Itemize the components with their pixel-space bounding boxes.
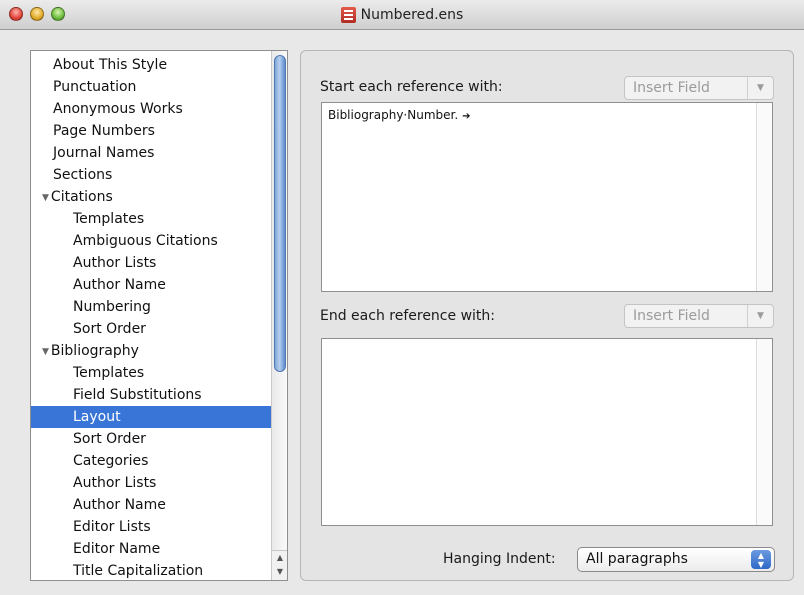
sidebar-item-page-numbers[interactable]: Page Numbers <box>31 120 271 142</box>
start-reference-text: Bibliography·Number. <box>328 108 459 122</box>
sidebar-item-label: Field Substitutions <box>73 387 202 403</box>
sidebar-item-label: Bibliography <box>50 343 139 359</box>
scroll-down-icon[interactable]: ▼ <box>272 565 287 579</box>
sidebar-item-label: Numbering <box>73 299 151 315</box>
sidebar-item-ambiguous-citations[interactable]: Ambiguous Citations <box>31 230 271 252</box>
sidebar-item-author-lists[interactable]: Author Lists <box>31 472 271 494</box>
sidebar-item-label: Page Numbers <box>53 123 155 139</box>
sidebar-item-label: Author Lists <box>73 475 157 491</box>
sidebar-item-label: About This Style <box>53 57 168 73</box>
updown-stepper-icon: ▲ ▼ <box>751 550 771 569</box>
sidebar-item-label: Punctuation <box>53 79 137 95</box>
sidebar-item-label: Templates <box>73 365 145 381</box>
end-reference-textarea[interactable] <box>321 338 773 526</box>
disclosure-triangle-icon[interactable]: ▼ <box>42 347 49 357</box>
end-textarea-scrollbar[interactable] <box>756 339 772 525</box>
sidebar-item-punctuation[interactable]: Punctuation <box>31 76 271 98</box>
sidebar-item-label: Author Lists <box>73 255 157 271</box>
sidebar-item-bibliography[interactable]: ▼ Bibliography <box>31 340 271 362</box>
sidebar-item-layout[interactable]: Layout <box>31 406 271 428</box>
sidebar-item-sort-order[interactable]: Sort Order <box>31 428 271 450</box>
sidebar-item-templates[interactable]: Templates <box>31 208 271 230</box>
title-area: Numbered.ens <box>0 0 804 30</box>
sidebar-item-label: Categories <box>73 453 149 469</box>
hanging-indent-label: Hanging Indent: <box>443 551 556 567</box>
sidebar-item-sections[interactable]: Sections <box>31 164 271 186</box>
tab-arrow-icon: ➔ <box>462 111 471 122</box>
sidebar-item-templates[interactable]: Templates <box>31 362 271 384</box>
scroll-up-icon[interactable]: ▲ <box>272 551 287 565</box>
sidebar-item-citations[interactable]: ▼ Citations <box>31 186 271 208</box>
sidebar-item-label: Editor Name <box>73 541 161 557</box>
sidebar-item-categories[interactable]: Categories <box>31 450 271 472</box>
start-reference-textarea[interactable]: Bibliography·Number. ➔ <box>321 102 773 292</box>
end-insert-field-label: Insert Field <box>633 308 710 324</box>
sidebar-item-label: Ambiguous Citations <box>73 233 218 249</box>
document-icon <box>340 7 356 23</box>
sidebar-item-sort-order[interactable]: Sort Order <box>31 318 271 340</box>
window-title: Numbered.ens <box>360 7 464 23</box>
layout-panel: Start each reference with: Insert Field … <box>300 50 794 581</box>
sidebar-item-label: Sort Order <box>73 431 146 447</box>
sidebar-item-label: Author Name <box>73 277 166 293</box>
hanging-indent-value: All paragraphs <box>586 551 688 567</box>
sidebar-item-author-name[interactable]: Author Name <box>31 494 271 516</box>
dropdown-arrow-icon: ▼ <box>747 77 773 99</box>
hanging-indent-select[interactable]: All paragraphs ▲ ▼ <box>577 547 775 572</box>
start-reference-label: Start each reference with: <box>320 79 503 95</box>
end-reference-label: End each reference with: <box>320 308 495 324</box>
sidebar-item-label: Sections <box>53 167 113 183</box>
sidebar-scrollbar[interactable]: ▲ ▼ <box>271 51 287 580</box>
sidebar-item-author-name[interactable]: Author Name <box>31 274 271 296</box>
disclosure-triangle-icon[interactable]: ▼ <box>42 193 49 203</box>
title-bar: Numbered.ens <box>0 0 804 30</box>
sidebar-item-anonymous-works[interactable]: Anonymous Works <box>31 98 271 120</box>
sidebar-item-journal-names[interactable]: Journal Names <box>31 142 271 164</box>
style-sidebar: About This Style Punctuation Anonymous Wor… <box>30 50 288 581</box>
start-textarea-scrollbar[interactable] <box>756 103 772 291</box>
scroll-arrows: ▲ ▼ <box>272 550 287 580</box>
sidebar-item-label: Title Capitalization <box>73 563 204 579</box>
sidebar-item-numbering[interactable]: Numbering <box>31 296 271 318</box>
start-insert-field-dropdown[interactable]: Insert Field ▼ <box>624 76 774 100</box>
sidebar-item-author-lists[interactable]: Author Lists <box>31 252 271 274</box>
scroll-thumb[interactable] <box>274 55 286 372</box>
sidebar-item-label: Author Name <box>73 497 166 513</box>
sidebar-item-label: Sort Order <box>73 321 146 337</box>
sidebar-item-about-this-style[interactable]: About This Style <box>31 54 271 76</box>
sidebar-item-label: Templates <box>73 211 145 227</box>
end-insert-field-dropdown[interactable]: Insert Field ▼ <box>624 304 774 328</box>
start-reference-content: Bibliography·Number. ➔ <box>328 108 471 122</box>
sidebar-item-label: Citations <box>50 189 113 205</box>
dropdown-arrow-icon: ▼ <box>747 305 773 327</box>
sidebar-item-label: Journal Names <box>53 145 155 161</box>
sidebar-item-title-capitalization[interactable]: Title Capitalization <box>31 560 271 580</box>
sidebar-item-label: Anonymous Works <box>53 101 183 117</box>
start-insert-field-label: Insert Field <box>633 80 710 96</box>
sidebar-item-field-substitutions[interactable]: Field Substitutions <box>31 384 271 406</box>
sidebar-item-label: Editor Lists <box>73 519 151 535</box>
sidebar-item-editor-lists[interactable]: Editor Lists <box>31 516 271 538</box>
sidebar-item-label: Layout <box>73 409 121 425</box>
sidebar-item-editor-name[interactable]: Editor Name <box>31 538 271 560</box>
